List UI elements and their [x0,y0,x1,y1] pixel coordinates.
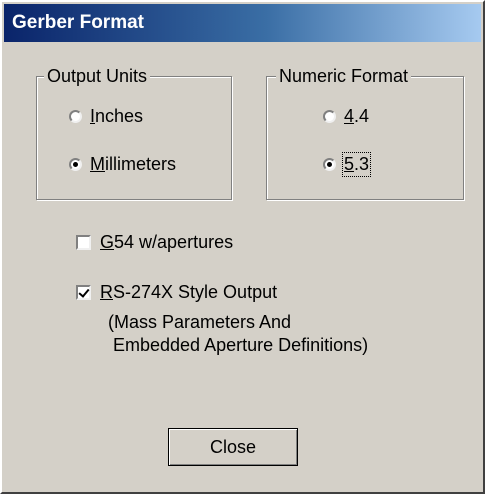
radio-4-4-label: 4.4 [344,106,370,126]
radio-5-3-indicator[interactable] [323,158,336,171]
radio-4-4[interactable]: 4.4 [323,106,369,127]
radio-5-3[interactable]: 5.3 [323,152,372,177]
rs274x-note-line-2: Embedded Aperture Definitions) [108,335,369,355]
title-bar[interactable]: Gerber Format [4,4,481,42]
checkbox-rs274x-label: RS-274X Style Output [100,282,278,302]
radio-4-4-indicator[interactable] [323,110,336,123]
numeric-format-group: Numeric Format 4.4 5.3 [266,65,464,200]
checkbox-g54-indicator[interactable] [76,235,91,250]
numeric-format-legend: Numeric Format [276,65,412,87]
radio-5-3-label: 5.3 [341,152,372,177]
checkbox-g54-apertures[interactable]: G54 w/apertures [76,232,233,253]
close-button[interactable]: Close [168,428,298,466]
output-units-group: Output Units Inches Millimeters [36,65,232,200]
rs274x-note-line-1: (Mass Parameters And [108,312,292,332]
window-title: Gerber Format [12,12,144,33]
radio-inches-label: Inches [90,106,144,126]
gerber-format-dialog: Gerber Format Output Units Inches Millim… [0,0,485,494]
checkbox-g54-label: G54 w/apertures [100,232,234,252]
output-units-legend: Output Units [44,65,151,87]
radio-inches-indicator[interactable] [69,110,82,123]
radio-millimeters-indicator[interactable] [69,158,82,171]
checkbox-rs274x-indicator[interactable] [76,285,91,300]
radio-millimeters-label: Millimeters [90,154,177,174]
radio-inches[interactable]: Inches [69,106,143,127]
radio-millimeters[interactable]: Millimeters [69,154,176,175]
checkbox-rs274x-output[interactable]: RS-274X Style Output [76,282,277,303]
